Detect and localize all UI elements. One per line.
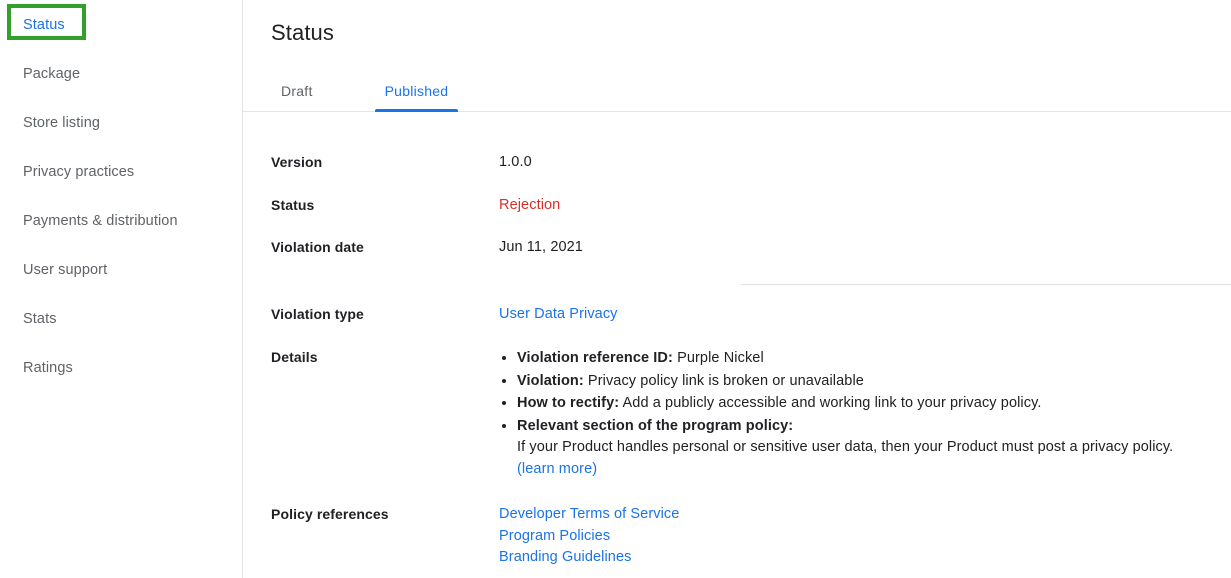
detail-desc: Privacy policy link is broken or unavail… [583, 372, 864, 389]
main-content: Status Draft Published Version 1.0.0 Sta… [243, 0, 1231, 578]
list-item: Violation: Privacy policy link is broken… [517, 370, 1173, 393]
field-row-policy-references: Policy references Developer Terms of Ser… [271, 504, 1231, 569]
policy-link-branding-guidelines[interactable]: Branding Guidelines [499, 547, 679, 569]
list-item: Violation reference ID: Purple Nickel [517, 347, 1173, 370]
section-divider [741, 284, 1231, 285]
sidebar-item-label: User support [23, 261, 108, 278]
detail-term: Relevant section of the program policy: [517, 417, 794, 434]
violation-type-label: Violation type [271, 306, 364, 322]
field-row-violation-type: Violation type User Data Privacy [271, 304, 1231, 324]
sidebar: Status Package Store listing Privacy pra… [0, 0, 243, 578]
app-root: Status Package Store listing Privacy pra… [0, 0, 1231, 578]
details-label: Details [271, 349, 318, 365]
field-row-status: Status Rejection [271, 195, 1231, 215]
list-item: Relevant section of the program policy: [517, 415, 1173, 438]
policy-references-label: Policy references [271, 506, 389, 522]
version-label: Version [271, 154, 323, 170]
sidebar-item-label: Status [23, 16, 65, 33]
sidebar-item-stats[interactable]: Stats [0, 294, 242, 343]
details-paragraph: If your Product handles personal or sens… [517, 439, 1174, 455]
violation-date-label: Violation date [271, 239, 364, 255]
detail-desc: Purple Nickel [672, 350, 764, 366]
sidebar-item-package[interactable]: Package [0, 49, 242, 98]
version-value: 1.0.0 [499, 154, 532, 170]
detail-term: Violation reference ID: [517, 350, 673, 366]
sidebar-item-store-listing[interactable]: Store listing [0, 98, 242, 147]
learn-more-link[interactable]: (learn more) [499, 459, 1173, 481]
sidebar-item-ratings[interactable]: Ratings [0, 343, 242, 392]
tab-draft[interactable]: Draft [271, 83, 323, 111]
tab-bar: Draft Published [243, 68, 1231, 112]
sidebar-item-user-support[interactable]: User support [0, 245, 242, 294]
field-row-details: Details Violation reference ID: Purple N… [271, 347, 1231, 480]
sidebar-item-privacy-practices[interactable]: Privacy practices [0, 147, 242, 196]
sidebar-item-label: Package [23, 65, 81, 82]
violation-type-value: User Data Privacy [499, 304, 618, 324]
policy-references-list: Developer Terms of Service Program Polic… [499, 504, 679, 569]
sidebar-nav-list: Status Package Store listing Privacy pra… [0, 0, 242, 392]
field-row-version: Version 1.0.0 [271, 152, 1231, 172]
field-row-violation-date: Violation date Jun 11, 2021 [271, 237, 1231, 257]
violation-type-link[interactable]: User Data Privacy [499, 306, 618, 322]
sidebar-item-label: Ratings [23, 359, 73, 376]
sidebar-item-label: Store listing [23, 114, 101, 131]
details-bullet-list: Violation reference ID: Purple Nickel Vi… [499, 347, 1173, 437]
sidebar-item-label: Stats [23, 310, 57, 327]
list-item: How to rectify: Add a publicly accessibl… [517, 392, 1173, 415]
status-value: Rejection [499, 197, 561, 213]
detail-term: How to rectify: [517, 395, 620, 411]
sidebar-item-label: Payments & distribution [23, 212, 178, 229]
details-value: Violation reference ID: Purple Nickel Vi… [499, 347, 1173, 480]
status-label: Status [271, 197, 315, 213]
status-details-panel: Version 1.0.0 Status Rejection Violation… [243, 152, 1231, 569]
page-title: Status [271, 20, 334, 45]
tab-published[interactable]: Published [374, 83, 459, 112]
policy-link-program-policies[interactable]: Program Policies [499, 526, 679, 548]
violation-date-value: Jun 11, 2021 [499, 239, 583, 255]
detail-term: Violation: [517, 372, 584, 389]
sidebar-item-label: Privacy practices [23, 163, 135, 180]
policy-link-developer-terms-of-service[interactable]: Developer Terms of Service [499, 504, 679, 526]
sidebar-item-payments-distribution[interactable]: Payments & distribution [0, 196, 242, 245]
detail-desc: Add a publicly accessible and working li… [619, 395, 1042, 411]
sidebar-item-status[interactable]: Status [0, 0, 242, 49]
